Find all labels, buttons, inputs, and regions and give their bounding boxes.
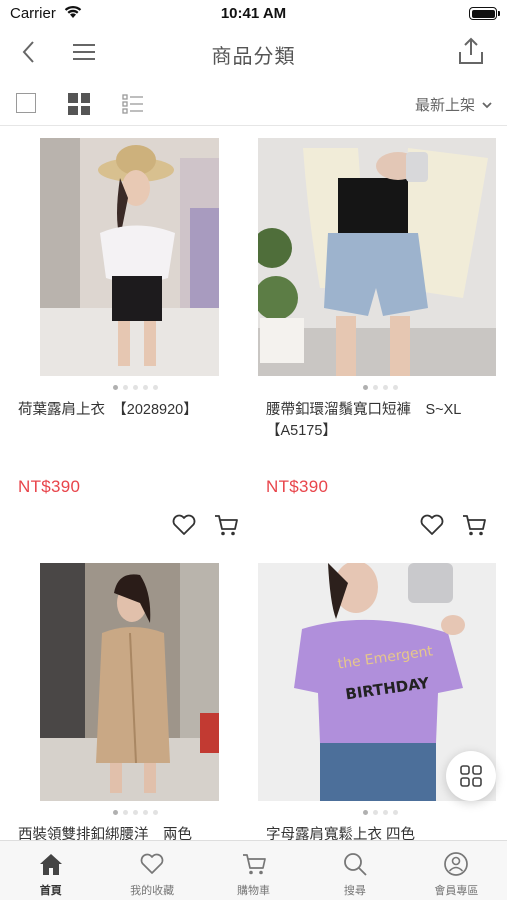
tab-label: 搜尋 [343,885,366,897]
product-card[interactable]: 荷葉露肩上衣 【2028920】 NT$390 [10,127,250,547]
tab-member[interactable]: 會員專區 [406,841,507,900]
page-title: 商品分類 [211,46,296,68]
view-single-button[interactable] [16,93,36,113]
sort-label: 最新上架 [414,97,475,114]
product-photo[interactable] [40,563,219,801]
user-icon [444,852,469,876]
add-to-cart-button[interactable] [213,513,239,537]
product-name: 字母露肩寬鬆上衣 四色 [266,827,416,840]
view-grid-button[interactable] [68,93,90,115]
product-price: NT$390 [266,477,329,496]
product-name: 西裝領雙排釦綁腰洋 兩色 [18,827,192,840]
tab-label: 會員專區 [434,885,479,897]
product-photo[interactable] [40,138,219,376]
grid-icon [460,765,482,787]
image-pagination-dots [113,385,158,390]
tab-label: 購物車 [237,885,271,897]
tab-cart[interactable]: 購物車 [203,841,304,900]
product-name: 腰帶釦環溜鬚寬口短褲 S~XL【A5175】 [266,402,462,439]
share-icon[interactable] [457,36,485,66]
product-name: 荷葉露肩上衣 【2028920】 [18,402,198,418]
product-card[interactable]: 腰帶釦環溜鬚寬口短褲 S~XL【A5175】 NT$390 [258,127,498,547]
cart-icon [242,854,266,875]
product-photo[interactable] [258,138,496,376]
status-bar: Carrier 10:41 AM [0,0,507,28]
favorite-button[interactable] [419,513,445,537]
search-icon [344,853,367,876]
tab-label: 我的收藏 [130,885,175,897]
filter-bar: 最新上架 [0,80,507,126]
product-grid: 荷葉露肩上衣 【2028920】 NT$390 腰帶釦環溜鬚寬口短褲 S~XL【… [0,127,507,840]
tab-favorites[interactable]: 我的收藏 [101,841,202,900]
clock: 10:41 AM [220,5,287,22]
battery-icon [469,7,500,20]
image-pagination-dots [363,810,398,815]
tab-home[interactable]: 首頁 [0,841,101,900]
layout-toggle-button[interactable] [446,751,496,801]
view-list-button[interactable] [122,94,144,114]
image-pagination-dots [113,810,158,815]
nav-bar: 商品分類 [0,28,507,76]
home-icon [39,854,62,875]
sort-dropdown[interactable]: 最新上架 [415,94,493,115]
add-to-cart-button[interactable] [461,513,487,537]
product-price: NT$390 [18,477,81,496]
product-card[interactable]: 西裝領雙排釦綁腰洋 兩色 [10,552,250,840]
chevron-down-icon [482,101,492,108]
tab-search[interactable]: 搜尋 [304,841,405,900]
favorite-button[interactable] [171,513,197,537]
image-pagination-dots [363,385,398,390]
tab-label: 首頁 [39,885,62,897]
tab-bar: 首頁 我的收藏 購物車 搜尋 會員專區 [0,840,507,900]
heart-icon [140,853,164,874]
